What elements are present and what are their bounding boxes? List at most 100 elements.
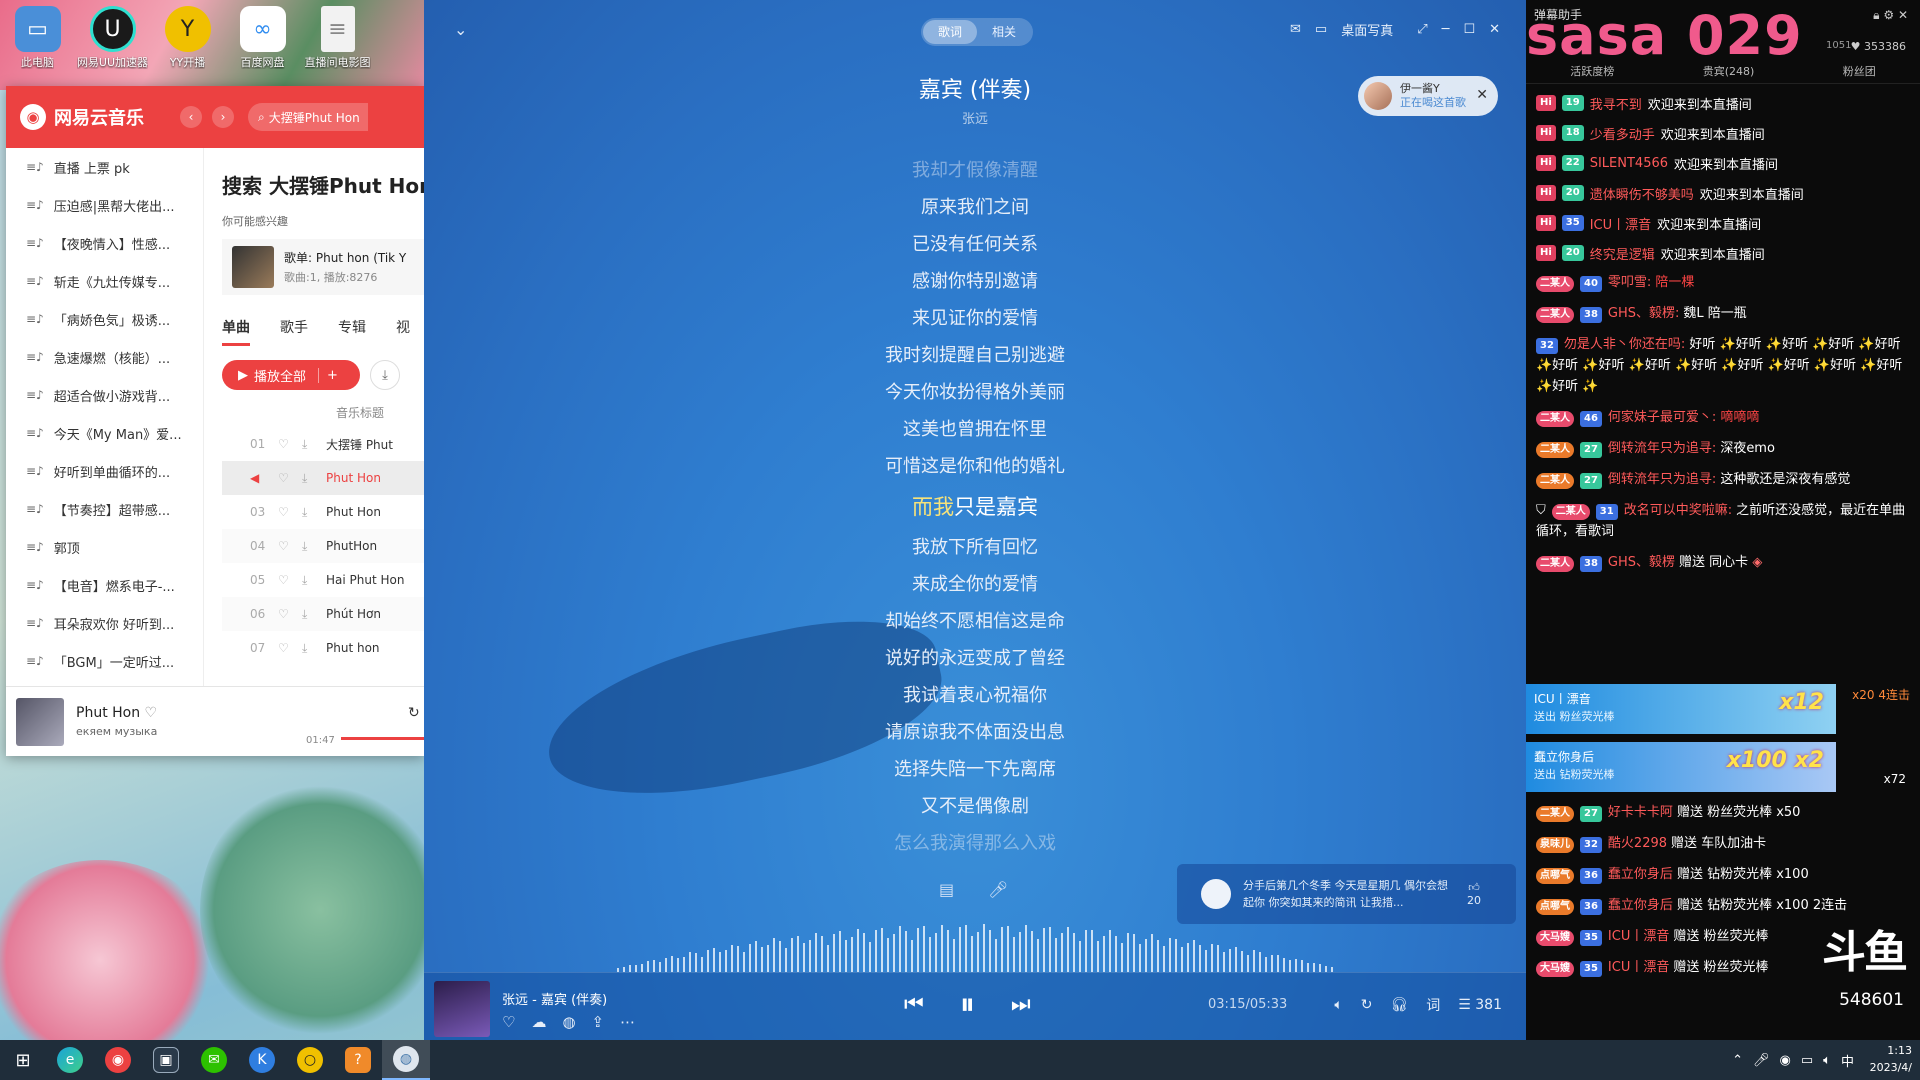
song-row[interactable]: 07 ♡ ⤓ Phut hon [222,631,424,665]
close-icon[interactable]: ✕ [1476,87,1488,103]
lyric-line[interactable]: 来成全你的爱情 [424,566,1526,603]
desktop-icon-computer[interactable]: ▭ 此电脑 [0,0,75,82]
desktop-icon-baidu[interactable]: ∞ 百度网盘 [225,0,300,82]
lyric-line[interactable]: 可惜这是你和他的婚礼 [424,448,1526,485]
sidebar-playlist-item[interactable]: ≡♪ 今天《My Man》爱... [6,414,203,452]
desktop-icon-file[interactable]: ≡ 直播间电影图 [300,0,375,82]
clock[interactable]: 1:13 2023/4/ [1870,1042,1912,1076]
taskbar-edge[interactable]: e [46,1040,94,1080]
heart-icon[interactable]: ♡ [278,505,302,519]
taskbar-netease[interactable]: ◉ [94,1040,142,1080]
tab-songs[interactable]: 单曲 [222,317,250,346]
desktop-icon[interactable]: ▭ [1315,22,1327,37]
tab-videos[interactable]: 视 [396,317,410,346]
lyrics-toggle-button[interactable]: 词 [1426,995,1440,1015]
listening-together-card[interactable]: 伊一酱Y 正在喝这首歌 ✕ [1358,76,1498,116]
sidebar-playlist-item[interactable]: ≡♪ 好听到单曲循环的... [6,452,203,490]
lyric-line[interactable]: 说好的永远变成了曾经 [424,640,1526,677]
taskbar-k[interactable]: K [238,1040,286,1080]
song-artist[interactable]: 张远 [424,108,1526,127]
taskbar-game[interactable]: ? [334,1040,382,1080]
close-icon[interactable]: ✕ [1489,22,1500,37]
sidebar-playlist-item[interactable]: ≡♪ 超适合做小游戏背... [6,376,203,414]
mail-icon[interactable]: ✉ [1290,22,1301,37]
heart-icon[interactable]: ♡ [278,573,302,587]
ime-indicator[interactable]: 中 [1841,1051,1854,1070]
lyric-line[interactable]: 原来我们之间 [424,189,1526,226]
more-icon[interactable]: ⋯ [620,1013,635,1031]
album-cover[interactable] [434,981,490,1037]
download-icon[interactable]: ⤓ [302,471,326,486]
song-row[interactable]: 06 ♡ ⤓ Phút Hơn [222,597,424,631]
minimize-icon[interactable]: ─ [1442,22,1450,37]
back-icon[interactable]: ‹ [180,106,202,128]
previous-icon[interactable]: ⏮ [904,992,924,1017]
taskbar-wechat[interactable]: ✉ [190,1040,238,1080]
taskbar-active-app[interactable]: ◍ [382,1040,430,1080]
progress-bar[interactable] [341,737,424,740]
forward-icon[interactable]: › [212,106,234,128]
download-icon[interactable]: ⤓ [302,505,326,520]
song-row[interactable]: 04 ♡ ⤓ PhutHon [222,529,424,563]
heart-icon[interactable]: ♡ [278,471,302,485]
tray-app-icon[interactable]: ◉ [1780,1053,1791,1068]
lyric-line-current[interactable]: 而我只是嘉宾 [424,485,1526,529]
lyric-line[interactable]: 又不是偶像剧 [424,788,1526,825]
loop-icon[interactable]: ↻ [1361,997,1373,1013]
fullscreen-icon[interactable]: ⤢ [1417,22,1427,37]
comment-icon[interactable]: ◍ [562,1013,575,1031]
taskbar-monitor[interactable]: ▣ [142,1040,190,1080]
sidebar-playlist-item[interactable]: ≡♪ 直播 上票 pk [6,148,203,186]
sidebar-playlist-item[interactable]: ≡♪ 压迫感|黑帮大佬出... [6,186,203,224]
tab-lyrics[interactable]: 歌词 [923,20,977,44]
desktop-icon-yy[interactable]: Y YY开播 [150,0,225,82]
microphone-icon[interactable]: 🎤︎ [988,880,1008,899]
download-icon[interactable]: ⤓ [302,641,326,656]
sidebar-playlist-item[interactable]: ≡♪ 急速爆燃（核能）... [6,338,203,376]
microphone-icon[interactable]: 🎤︎ [1753,1053,1770,1068]
heart-icon[interactable]: ♡ [145,705,158,721]
sidebar-playlist-item[interactable]: ≡♪ 斩走《九灶传媒专... [6,262,203,300]
network-icon[interactable]: ▭ [1801,1053,1813,1068]
lyric-line[interactable]: 我放下所有回忆 [424,529,1526,566]
sidebar-playlist-item[interactable]: ≡♪ 耳朵寂欢你 好听到... [6,604,203,642]
lock-icon[interactable]: 🔒︎ [1873,8,1879,22]
sidebar-playlist-item[interactable]: ≡♪ 【夜晚情入】性感... [6,224,203,262]
download-icon[interactable]: ⤓ [302,437,326,452]
volume-icon[interactable]: 🔈︎ [1823,1053,1831,1068]
lyric-line[interactable]: 选择失陪一下先离席 [424,751,1526,788]
collect-icon[interactable]: ☁ [531,1013,546,1031]
lyric-line[interactable]: 感谢你特别邀请 [424,263,1526,300]
next-icon[interactable]: ⏭ [1011,992,1031,1017]
close-icon[interactable]: ✕ [1898,8,1908,22]
video-icon[interactable]: ▤ [939,880,954,899]
loop-icon[interactable]: ↻ [408,705,420,721]
heart-icon[interactable]: ♡ [278,437,302,451]
lyric-line[interactable]: 已没有任何关系 [424,226,1526,263]
sidebar-playlist-item[interactable]: ≡♪ 「BGM」一定听过... [6,642,203,680]
lyrics-related-toggle[interactable]: 歌词 相关 [921,18,1033,46]
song-row-playing[interactable]: ◀ ♡ ⤓ Phut Hon [222,461,424,495]
tab-related[interactable]: 相关 [977,20,1031,44]
netease-search-input[interactable]: ⌕ 大摆锤Phut Hon [248,103,368,131]
taskbar-yy[interactable]: ○ [286,1040,334,1080]
lyric-line[interactable]: 来见证你的爱情 [424,300,1526,337]
desk-wallpaper-button[interactable]: 桌面写真 [1341,20,1393,39]
heart-icon[interactable]: ♡ [278,607,302,621]
chevron-up-icon[interactable]: ⌃ [1732,1053,1743,1068]
play-all-button[interactable]: ▶ 播放全部 + [222,360,360,390]
gear-icon[interactable]: ⚙ [1883,8,1894,22]
lyric-line[interactable]: 请原谅我不体面没出息 [424,714,1526,751]
sidebar-playlist-item[interactable]: ≡♪ 【节奏控】超带感... [6,490,203,528]
sidebar-playlist-item[interactable]: ≡♪ 【电音】燃系电子-... [6,566,203,604]
song-row[interactable]: 05 ♡ ⤓ Hai Phut Hon [222,563,424,597]
lyric-line[interactable]: 今天你妆扮得格外美丽 [424,374,1526,411]
download-all-button[interactable]: ⤓ [370,360,400,390]
suggested-playlist-card[interactable]: 歌单: Phut hon (Tik Y 歌曲:1, 播放:8276 [222,239,424,295]
lyric-line[interactable]: 这美也曾拥在怀里 [424,411,1526,448]
desktop-icon-uu[interactable]: U 网易UU加速器 [75,0,150,82]
tab-albums[interactable]: 专辑 [338,317,366,346]
lyric-line[interactable]: 我时刻提醒自己别逃避 [424,337,1526,374]
lyric-line[interactable]: 我试着衷心祝福你 [424,677,1526,714]
heart-icon[interactable]: ♡ [278,539,302,553]
